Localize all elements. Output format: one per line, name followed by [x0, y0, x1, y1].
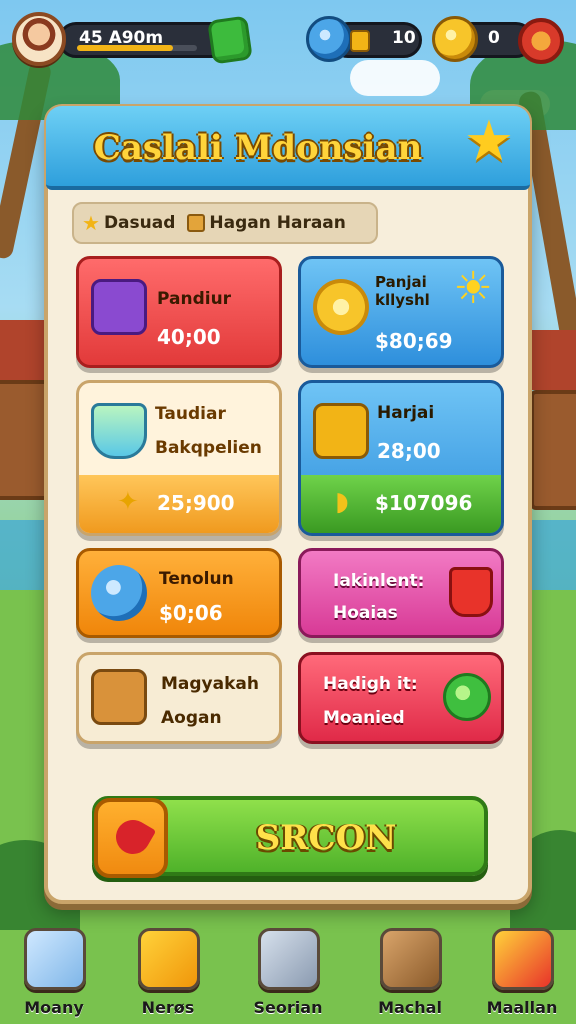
- nav-item-seorian[interactable]: Seorian: [240, 924, 336, 1020]
- candy-count: 10: [392, 28, 416, 48]
- filter-label: Hagan Haraan: [209, 213, 346, 233]
- card-price-strip: ◗ $107096: [301, 475, 501, 533]
- top-hud: 45 A90m 10 0: [0, 8, 576, 66]
- nav-label: Moany: [24, 998, 84, 1017]
- gem-icon[interactable]: [207, 15, 253, 65]
- crystal-bowl-icon: [91, 403, 147, 459]
- sun-icon: ☀: [453, 263, 493, 314]
- card-label: Taudiar Bakqpelien: [155, 404, 262, 458]
- shop-panel: Caslali Mdonsian ★ ★ Dasuad Hagan Haraan…: [44, 104, 532, 904]
- card-price: 40;00: [157, 325, 221, 349]
- panel-title: Caslali Mdonsian: [93, 128, 423, 168]
- fruit-bucket-icon: [449, 567, 493, 617]
- shop-card-pandiur[interactable]: Pandiur 40;00: [76, 256, 282, 368]
- card-label: Panjai kllyshl: [375, 273, 430, 309]
- card-price: 28;00: [377, 439, 441, 463]
- nav-item-maallan[interactable]: Maallan: [474, 924, 570, 1020]
- bottom-nav: Moany Nerøs Seorian Machal Maallan: [0, 920, 576, 1024]
- confirm-button-label: SRCON: [255, 818, 397, 858]
- card-price: $80;69: [375, 329, 453, 353]
- score-progress-fill: [77, 45, 173, 51]
- gold-coin-icon: [432, 16, 478, 62]
- gold-coin-icon: [313, 279, 369, 335]
- panel-header: Caslali Mdonsian ★: [46, 106, 530, 190]
- wolf-icon: [258, 928, 320, 990]
- nav-item-machal[interactable]: Machal: [362, 924, 458, 1020]
- star-icon: ★: [82, 211, 100, 235]
- card-label: Hadigh it: Moanied: [323, 674, 418, 728]
- shop-card-magyakah[interactable]: Magyakah Aogan: [76, 652, 282, 744]
- card-sub-price: $107096: [375, 491, 473, 515]
- card-price: $0;06: [159, 601, 223, 625]
- gift-box-icon: [91, 279, 147, 335]
- nav-label: Nerøs: [141, 998, 195, 1017]
- nav-item-neros[interactable]: Nerøs: [120, 924, 216, 1020]
- card-price: 25;900: [157, 491, 235, 515]
- filter-chip-dasuad[interactable]: ★ Dasuad: [82, 211, 175, 235]
- candy-icon: [306, 16, 352, 62]
- gift-icon: [138, 928, 200, 990]
- card-label: Tenolun: [159, 569, 234, 589]
- blue-candy-icon: [91, 565, 147, 621]
- coin-small-icon: [350, 30, 370, 52]
- settings-gear-icon[interactable]: [518, 18, 564, 64]
- favorite-star-icon[interactable]: ★: [460, 114, 518, 172]
- key-icon: ✦: [117, 487, 139, 517]
- green-orb-icon: [443, 673, 491, 721]
- card-price-strip: ✦ 25;900: [79, 475, 279, 533]
- nav-item-moany[interactable]: Moany: [6, 924, 102, 1020]
- box-icon: [187, 214, 206, 232]
- nav-label: Seorian: [253, 998, 323, 1017]
- card-label: Magyakah Aogan: [161, 674, 259, 728]
- chili-icon: [94, 798, 168, 878]
- score-progress-bar: [77, 45, 197, 51]
- coin-count: 0: [488, 28, 500, 48]
- filter-label: Dasuad: [103, 213, 176, 233]
- filter-bar: ★ Dasuad Hagan Haraan: [72, 202, 378, 244]
- card-label: Harjai: [377, 403, 435, 423]
- nav-label: Maallan: [486, 998, 558, 1017]
- shop-card-harjai[interactable]: Harjai 28;00 ◗ $107096: [298, 380, 504, 536]
- shop-card-iakinlent[interactable]: Iakinlent: Hoaias: [298, 548, 504, 638]
- shop-card-tenolun[interactable]: Tenolun $0;06: [76, 548, 282, 638]
- nav-label: Machal: [378, 998, 442, 1017]
- card-label: Pandiur: [157, 289, 232, 309]
- gift-plus-icon: [492, 928, 554, 990]
- treasure-chest-icon: [313, 403, 369, 459]
- filter-chip-hagan[interactable]: Hagan Haraan: [187, 213, 346, 233]
- shop-card-panjai[interactable]: Panjai kllyshl ☀ $80;69: [298, 256, 504, 368]
- shop-card-taudiar[interactable]: Taudiar Bakqpelien ✦ 25;900: [76, 380, 282, 536]
- banana-icon: ◗: [335, 487, 349, 517]
- wooden-chest-icon: [91, 669, 147, 725]
- map-icon: [24, 928, 86, 990]
- shop-card-hadigh[interactable]: Hadigh it: Moanied: [298, 652, 504, 744]
- confirm-button[interactable]: SRCON: [92, 796, 488, 878]
- player-avatar[interactable]: [12, 12, 66, 66]
- card-label: Iakinlent: Hoaias: [333, 571, 425, 623]
- bear-icon: [380, 928, 442, 990]
